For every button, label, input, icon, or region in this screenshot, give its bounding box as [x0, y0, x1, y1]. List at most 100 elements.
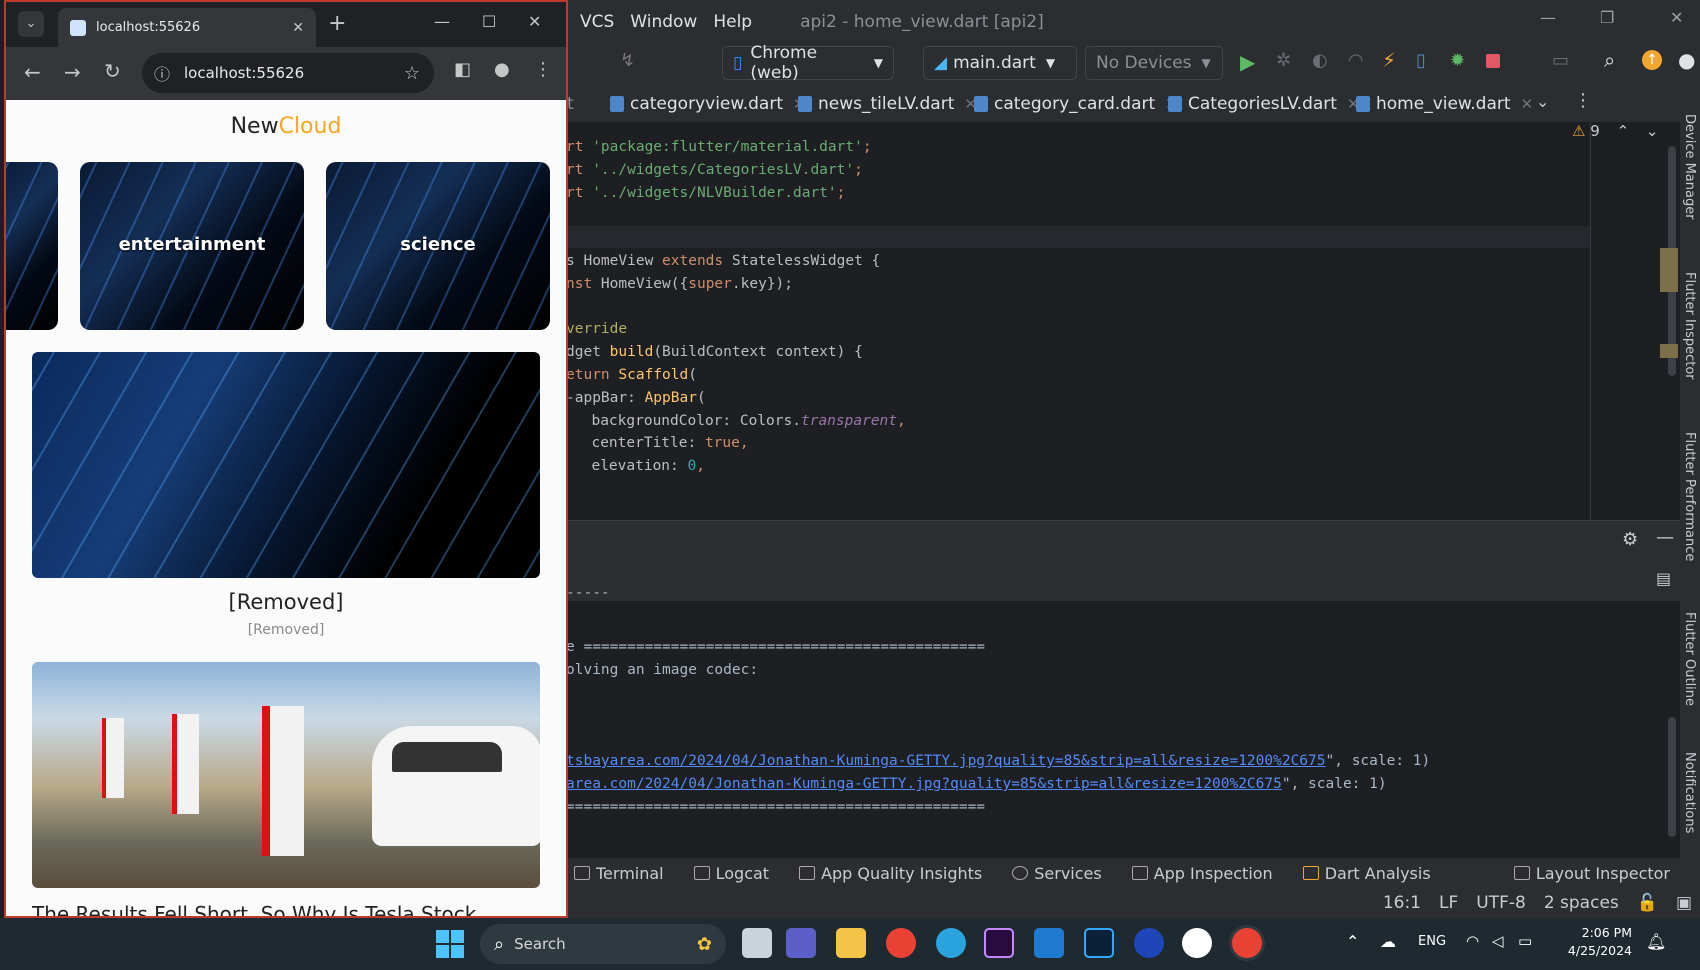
battery-icon[interactable]: ▭: [1518, 932, 1532, 950]
app-quality-insights-tab[interactable]: App Quality Insights: [799, 864, 982, 883]
back-icon[interactable]: ←: [24, 60, 41, 84]
tab-home-view[interactable]: home_view.dart ✕: [1356, 86, 1534, 125]
news-image[interactable]: [32, 662, 540, 888]
device-manager-tab[interactable]: Device Manager: [1682, 114, 1697, 220]
news-image[interactable]: [32, 352, 540, 578]
dart-analysis-tab[interactable]: Dart Analysis: [1302, 864, 1431, 883]
onedrive-icon[interactable]: ☁: [1380, 932, 1396, 951]
tab-news-tilelv[interactable]: news_tileLV.dart ✕: [798, 86, 977, 122]
category-card-entertainment[interactable]: entertainment: [80, 162, 304, 330]
more-menu-icon[interactable]: ⋮: [534, 59, 552, 80]
lock-icon[interactable]: 🔓: [1637, 893, 1658, 913]
logcat-tab[interactable]: Logcat: [693, 864, 769, 883]
file-explorer-icon[interactable]: [836, 928, 866, 958]
tab-categoryview[interactable]: categoryview.dart ✕: [610, 86, 806, 122]
tab-category-card[interactable]: category_card.dart ✕: [974, 86, 1178, 122]
language-indicator[interactable]: ENG: [1418, 934, 1446, 949]
line-separator[interactable]: LF: [1439, 893, 1458, 913]
news-title[interactable]: [Removed]: [6, 590, 566, 614]
minimize-icon[interactable]: —: [1540, 8, 1556, 27]
photoshop-icon[interactable]: [1084, 928, 1114, 958]
caret-position[interactable]: 16:1: [1383, 893, 1421, 913]
volume-icon[interactable]: ◁: [1492, 932, 1504, 950]
flutter-attach-icon[interactable]: ↯: [620, 50, 642, 72]
tabs-overflow-icon[interactable]: ⌄: [1536, 92, 1549, 111]
clock[interactable]: 2:06 PM 4/25/2024: [1552, 924, 1632, 960]
close-icon[interactable]: ✕: [528, 12, 541, 31]
chrome-active-icon[interactable]: [1232, 928, 1262, 958]
store-icon[interactable]: [1034, 928, 1064, 958]
menu-window[interactable]: Window: [630, 12, 697, 32]
maximize-icon[interactable]: ☐: [482, 12, 496, 31]
flutter-performance-tab[interactable]: Flutter Performance: [1682, 432, 1697, 561]
teams-icon[interactable]: [786, 928, 816, 958]
hot-restart-icon[interactable]: ▯: [1416, 50, 1426, 71]
tab-search-icon[interactable]: ⌄: [18, 11, 44, 37]
profile-icon[interactable]: ◐: [1312, 50, 1328, 71]
category-card-partial[interactable]: [6, 162, 58, 330]
show-hidden-icons[interactable]: ⌃: [1346, 932, 1359, 951]
side-panel-icon[interactable]: ◧: [454, 59, 471, 80]
notifications-icon[interactable]: ▣: [1676, 893, 1692, 913]
reload-icon[interactable]: ↻: [104, 59, 121, 83]
notifications-tab[interactable]: Notifications: [1682, 752, 1697, 833]
forward-icon[interactable]: →: [64, 60, 81, 84]
flutter-inspector-tab[interactable]: Flutter Inspector: [1682, 272, 1697, 380]
hide-panel-icon[interactable]: —: [1656, 527, 1674, 548]
log-link[interactable]: tsbayarea.com/2024/04/Jonathan-Kuminga-G…: [566, 753, 1326, 769]
log-link[interactable]: area.com/2024/04/Jonathan-Kuminga-GETTY.…: [566, 776, 1282, 792]
restore-icon[interactable]: ❐: [1600, 8, 1614, 27]
app-icon[interactable]: [1182, 928, 1212, 958]
terminal-tab[interactable]: Terminal: [574, 864, 664, 883]
taskbar-search[interactable]: ⌕ Search ✿: [480, 924, 726, 964]
close-icon[interactable]: ✕: [1670, 8, 1683, 27]
profile-icon[interactable]: ●: [494, 59, 510, 80]
avatar[interactable]: ●: [1678, 48, 1695, 72]
inspection-widget[interactable]: ⚠ 9 ⌃ ⌄: [1572, 122, 1659, 140]
debug-icon[interactable]: ✲: [1276, 50, 1291, 71]
tab-categorieslv[interactable]: CategoriesLV.dart ✕: [1168, 86, 1360, 122]
services-tab[interactable]: Services: [1012, 864, 1102, 883]
run-icon[interactable]: ▶: [1240, 50, 1255, 74]
gear-icon[interactable]: ⚙: [1622, 529, 1638, 550]
console-scrollbar[interactable]: [1668, 717, 1676, 837]
site-info-icon[interactable]: ⓘ: [154, 61, 170, 85]
telegram-icon[interactable]: [936, 928, 966, 958]
task-view-icon[interactable]: [742, 928, 772, 958]
code-editor[interactable]: ⚠ 9 ⌃ ⌄ rt 'package:flutter/material.dar…: [560, 122, 1680, 520]
android-studio-icon[interactable]: [1134, 928, 1164, 958]
hot-reload-icon[interactable]: ⚡: [1382, 48, 1396, 72]
browser-tab[interactable]: localhost:55626 ✕: [58, 8, 316, 47]
chevron-down-icon[interactable]: ⌄: [1646, 122, 1659, 140]
notification-bell-icon[interactable]: 🔔︎: [1646, 932, 1666, 951]
category-card-science[interactable]: science: [326, 162, 550, 330]
layout-inspector-tab[interactable]: Layout Inspector: [1513, 864, 1670, 883]
file-encoding[interactable]: UTF-8: [1476, 893, 1526, 913]
app-inspection-tab[interactable]: App Inspection: [1131, 864, 1273, 883]
chevron-up-icon[interactable]: ⌃: [1617, 122, 1630, 140]
layout-icon[interactable]: ▤: [1656, 569, 1671, 588]
bookmark-star-icon[interactable]: ☆: [404, 63, 420, 84]
windows-start-icon[interactable]: [436, 930, 464, 958]
bug-icon[interactable]: ✹: [1450, 50, 1465, 71]
device-mirror-icon[interactable]: ▭: [1552, 50, 1569, 71]
devices-select[interactable]: No Devices ▼: [1085, 46, 1223, 80]
premiere-icon[interactable]: [984, 928, 1014, 958]
close-icon[interactable]: ✕: [1521, 95, 1534, 113]
stop-icon[interactable]: [1486, 54, 1500, 68]
device-target-select[interactable]: ▯ Chrome (web) ▼: [722, 43, 894, 83]
news-title[interactable]: The Results Fell Short. So Why Is Tesla …: [32, 902, 552, 916]
more-icon[interactable]: ⋮: [1574, 90, 1592, 111]
address-bar[interactable]: ⓘ localhost:55626 ☆: [142, 53, 434, 93]
chrome-icon[interactable]: [886, 928, 916, 958]
url-text[interactable]: localhost:55626: [184, 64, 304, 82]
indent-setting[interactable]: 2 spaces: [1544, 893, 1619, 913]
search-icon[interactable]: ⌕: [1604, 48, 1615, 72]
close-tab-icon[interactable]: ✕: [292, 20, 304, 36]
flutter-outline-tab[interactable]: Flutter Outline: [1682, 612, 1697, 706]
menu-help[interactable]: Help: [713, 12, 752, 32]
new-tab-icon[interactable]: +: [328, 11, 346, 36]
run-config-select[interactable]: ◢ main.dart ▼: [923, 46, 1077, 80]
update-icon[interactable]: ↑: [1642, 50, 1662, 70]
menu-vcs[interactable]: VCS: [580, 12, 614, 32]
